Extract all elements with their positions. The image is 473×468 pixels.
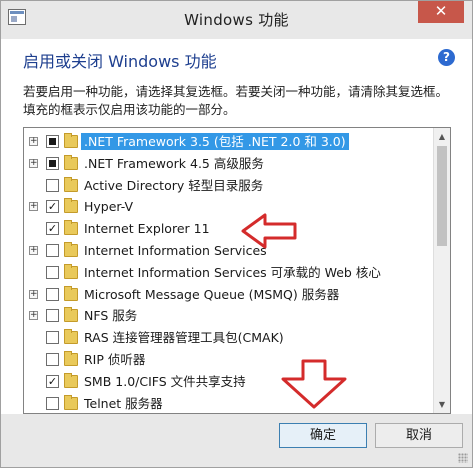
feature-label[interactable]: Telnet 服务器: [84, 395, 163, 412]
dialog-footer: 确定 取消: [1, 414, 472, 467]
feature-checkbox[interactable]: [46, 135, 59, 148]
feature-row[interactable]: Active Directory 轻型目录服务: [24, 175, 434, 197]
ok-button[interactable]: 确定: [279, 423, 367, 448]
close-button[interactable]: ✕: [418, 1, 464, 23]
expand-icon[interactable]: +: [29, 311, 38, 321]
feature-label[interactable]: .NET Framework 3.5 (包括 .NET 2.0 和 3.0): [81, 133, 349, 150]
feature-checkbox[interactable]: [46, 287, 59, 301]
feature-row[interactable]: + Internet Information Services: [24, 240, 434, 262]
folder-icon: [64, 198, 78, 214]
feature-checkbox[interactable]: ✓: [46, 374, 59, 388]
folder-icon: [64, 394, 78, 410]
feature-row[interactable]: + ✓ Hyper-V: [24, 196, 434, 218]
feature-checkbox[interactable]: [46, 265, 59, 279]
feature-label[interactable]: NFS 服务: [84, 307, 137, 324]
feature-row[interactable]: ✓ SMB 1.0/CIFS 文件共享支持: [24, 371, 434, 393]
instructions-text: 若要启用一种功能，请选择其复选框。若要关闭一种功能，请清除其复选框。填充的框表示…: [23, 84, 449, 117]
feature-row[interactable]: Internet Information Services 可承载的 Web 核…: [24, 262, 434, 284]
expand-icon[interactable]: +: [29, 137, 38, 146]
feature-label[interactable]: Microsoft Message Queue (MSMQ) 服务器: [84, 286, 339, 303]
folder-icon: [64, 351, 78, 366]
feature-label[interactable]: Active Directory 轻型目录服务: [84, 177, 263, 194]
resize-grip[interactable]: [458, 453, 468, 463]
cancel-button[interactable]: 取消: [375, 423, 463, 448]
folder-icon: [64, 220, 78, 236]
feature-row[interactable]: + NFS 服务: [24, 305, 434, 327]
feature-checkbox[interactable]: [46, 244, 59, 257]
feature-checkbox[interactable]: [46, 396, 59, 410]
folder-icon: [64, 176, 78, 192]
feature-row[interactable]: RAS 连接管理器管理工具包(CMAK): [24, 327, 434, 349]
feature-row[interactable]: Telnet 服务器: [24, 393, 434, 413]
expand-icon[interactable]: +: [29, 158, 38, 168]
scroll-thumb[interactable]: [437, 146, 447, 246]
window-title: Windows 功能: [184, 11, 289, 29]
expand-icon[interactable]: +: [29, 202, 38, 212]
feature-label[interactable]: Hyper-V: [84, 198, 133, 215]
red-left-arrow-annotation: [241, 213, 297, 249]
red-down-arrow-annotation: [281, 359, 347, 409]
folder-icon: [64, 263, 78, 279]
page-title: 启用或关闭 Windows 功能: [23, 52, 217, 71]
expand-icon[interactable]: +: [29, 246, 38, 255]
scroll-down-arrow-icon[interactable]: ▼: [434, 396, 450, 413]
title-bar[interactable]: Windows 功能 ✕: [1, 1, 472, 39]
feature-checkbox[interactable]: [46, 156, 59, 170]
feature-row[interactable]: + Microsoft Message Queue (MSMQ) 服务器: [24, 284, 434, 306]
feature-row[interactable]: + .NET Framework 3.5 (包括 .NET 2.0 和 3.0): [24, 131, 434, 153]
expand-icon[interactable]: +: [29, 289, 38, 299]
feature-checkbox[interactable]: ✓: [46, 222, 59, 236]
folder-icon: [64, 285, 78, 301]
feature-checkbox[interactable]: [46, 178, 59, 192]
feature-label[interactable]: SMB 1.0/CIFS 文件共享支持: [84, 373, 246, 390]
feature-label[interactable]: Internet Information Services 可承载的 Web 核…: [84, 264, 381, 281]
feature-label[interactable]: RAS 连接管理器管理工具包(CMAK): [84, 329, 284, 346]
dialog-content: 启用或关闭 Windows 功能 ? 若要启用一种功能，请选择其复选框。若要关闭…: [1, 39, 472, 414]
windows-features-dialog: Windows 功能 ✕ 启用或关闭 Windows 功能 ? 若要启用一种功能…: [0, 0, 473, 468]
features-tree[interactable]: + .NET Framework 3.5 (包括 .NET 2.0 和 3.0) +…: [23, 127, 451, 414]
folder-icon: [64, 329, 78, 345]
feature-checkbox[interactable]: [46, 353, 59, 366]
feature-row[interactable]: ✓ Internet Explorer 11: [24, 218, 434, 240]
feature-label[interactable]: .NET Framework 4.5 高级服务: [84, 155, 264, 172]
folder-icon: [64, 133, 78, 148]
feature-label[interactable]: RIP 侦听器: [84, 351, 145, 368]
scroll-up-arrow-icon[interactable]: ▲: [434, 128, 450, 145]
feature-row[interactable]: + .NET Framework 4.5 高级服务: [24, 153, 434, 175]
feature-checkbox[interactable]: ✓: [46, 200, 59, 214]
folder-icon: [64, 154, 78, 170]
feature-label[interactable]: Internet Explorer 11: [84, 220, 210, 237]
folder-icon: [64, 242, 78, 257]
feature-checkbox[interactable]: [46, 331, 59, 345]
folder-icon: [64, 372, 78, 388]
feature-checkbox[interactable]: [46, 309, 59, 323]
tree-scrollbar[interactable]: ▲ ▼: [433, 128, 450, 413]
feature-row[interactable]: RIP 侦听器: [24, 349, 434, 371]
folder-icon: [64, 307, 78, 323]
help-icon[interactable]: ?: [438, 49, 455, 66]
